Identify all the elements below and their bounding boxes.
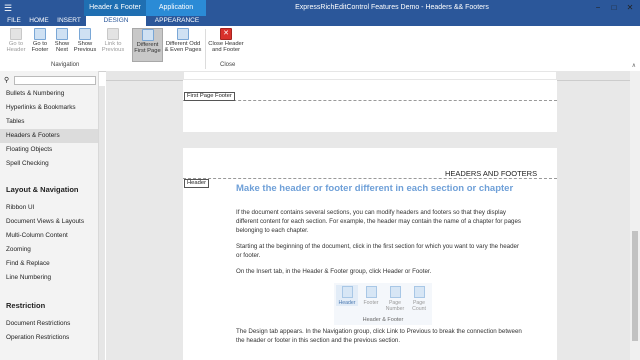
tab-design[interactable]: DESIGN bbox=[86, 16, 146, 26]
page-count-icon bbox=[413, 286, 425, 298]
go-to-footer-label: Go to Footer bbox=[31, 41, 49, 54]
sidebar-item-document-restrictions[interactable]: Document Restrictions bbox=[0, 317, 98, 331]
tab-home[interactable]: HOME bbox=[27, 16, 51, 26]
header-boundary bbox=[183, 178, 557, 179]
sidebar: ⚲ Bullets & Numbering Hyperlinks & Bookm… bbox=[0, 71, 99, 360]
header-icon bbox=[341, 286, 353, 298]
group-separator bbox=[205, 29, 206, 69]
header-tag: Header bbox=[184, 179, 210, 188]
mini-page-number-button: Page Number bbox=[384, 285, 406, 312]
mini-footer-button: Footer bbox=[360, 285, 382, 306]
window-controls: − □ ✕ bbox=[590, 0, 638, 16]
footer-boundary bbox=[183, 100, 557, 101]
sidebar-item-headers-footers[interactable]: Headers & Footers bbox=[0, 129, 98, 143]
sidebar-search: ⚲ bbox=[4, 76, 96, 85]
show-previous-icon bbox=[79, 28, 91, 40]
footer-icon bbox=[365, 286, 377, 298]
sidebar-section-layout-navigation[interactable]: Layout & Navigation bbox=[6, 185, 79, 194]
sidebar-item-zooming[interactable]: Zooming bbox=[0, 243, 98, 257]
tab-file[interactable]: FILE bbox=[3, 16, 25, 26]
show-next-label: Show Next bbox=[54, 41, 70, 54]
sidebar-item-floating-objects[interactable]: Floating Objects bbox=[0, 143, 98, 157]
paragraph-line: different content for each section. For … bbox=[236, 218, 522, 225]
paragraph-line: The Design tab appears. In the Navigatio… bbox=[236, 328, 522, 335]
show-previous-label: Show Previous bbox=[73, 41, 97, 54]
paragraph-line: the header or footer in this section and… bbox=[236, 337, 401, 344]
app-menu-icon[interactable]: ☰ bbox=[4, 3, 14, 13]
mini-label: Page Count bbox=[412, 300, 426, 312]
ribbon-screenshot-mini: Header Footer Page Number Page Count Hea… bbox=[334, 283, 432, 325]
ruler-content-area bbox=[184, 72, 556, 79]
sidebar-item-tables[interactable]: Tables bbox=[0, 115, 98, 129]
link-to-previous-label: Link to Previous bbox=[101, 41, 125, 54]
window-title: ExpressRichEditControl Features Demo - H… bbox=[295, 4, 489, 11]
group-label-close: Close bbox=[220, 62, 236, 68]
different-first-page-icon bbox=[141, 29, 154, 41]
paragraph-line: If the document contains several section… bbox=[236, 209, 506, 216]
go-to-header-button[interactable]: Go to Header bbox=[4, 28, 28, 54]
maximize-button[interactable]: □ bbox=[606, 0, 622, 16]
page-1[interactable] bbox=[183, 80, 557, 132]
close-red-icon: ✕ bbox=[220, 28, 232, 40]
show-next-icon bbox=[56, 28, 68, 40]
different-first-page-toggle[interactable]: Different First Page bbox=[132, 28, 163, 62]
paragraph-1[interactable]: If the document contains several section… bbox=[236, 208, 521, 235]
tab-insert[interactable]: INSERT bbox=[55, 16, 83, 26]
paragraph-line: Starting at the beginning of the documen… bbox=[236, 243, 520, 250]
mini-label: Footer bbox=[363, 300, 379, 306]
sidebar-item-multi-column[interactable]: Multi-Column Content bbox=[0, 229, 98, 243]
show-previous-button[interactable]: Show Previous bbox=[73, 28, 97, 54]
different-odd-even-label: Different Odd & Even Pages bbox=[164, 41, 202, 54]
app-options-tab[interactable]: Application Options bbox=[146, 0, 206, 27]
mini-label: Page Number bbox=[385, 300, 405, 312]
paragraph-line: or footer. bbox=[236, 252, 261, 259]
header-text[interactable]: HEADERS AND FOOTERS bbox=[445, 169, 537, 178]
sidebar-item-line-numbering[interactable]: Line Numbering bbox=[0, 271, 98, 285]
close-header-footer-label: Close Header and Footer bbox=[208, 41, 244, 54]
sidebar-item-find-replace[interactable]: Find & Replace bbox=[0, 257, 98, 271]
sidebar-item-document-views[interactable]: Document Views & Layouts bbox=[0, 215, 98, 229]
go-to-header-icon bbox=[10, 28, 22, 40]
link-chain-icon bbox=[107, 28, 119, 40]
sidebar-section-restriction[interactable]: Restriction bbox=[6, 301, 45, 310]
collapse-ribbon-icon[interactable]: ∧ bbox=[632, 62, 636, 69]
scrollbar-thumb[interactable] bbox=[632, 231, 638, 341]
paragraph-line: belonging to each chapter. bbox=[236, 227, 309, 234]
mini-group-label: Header & Footer bbox=[362, 317, 404, 323]
go-to-footer-icon bbox=[34, 28, 46, 40]
context-tab-header-footer-tools: Header & Footer Tools bbox=[84, 0, 146, 27]
close-header-footer-button[interactable]: ✕ Close Header and Footer bbox=[208, 28, 244, 54]
mini-label: Header bbox=[338, 300, 356, 306]
close-window-button[interactable]: ✕ bbox=[622, 0, 638, 16]
different-odd-even-toggle[interactable]: Different Odd & Even Pages bbox=[164, 28, 202, 54]
vertical-ruler[interactable] bbox=[99, 86, 105, 360]
ribbon: Go to Header Go to Footer Show Next Show… bbox=[0, 26, 640, 72]
different-first-page-label: Different First Page bbox=[134, 42, 161, 55]
page-number-icon bbox=[389, 286, 401, 298]
different-odd-even-icon bbox=[177, 28, 189, 40]
go-to-header-label: Go to Header bbox=[6, 41, 26, 54]
mini-header-button: Header bbox=[336, 285, 358, 306]
search-icon: ⚲ bbox=[4, 77, 10, 84]
sidebar-item-hyperlinks-bookmarks[interactable]: Hyperlinks & Bookmarks bbox=[0, 101, 98, 115]
sidebar-item-ribbon-ui[interactable]: Ribbon UI bbox=[0, 201, 98, 215]
sidebar-item-bullets-numbering[interactable]: Bullets & Numbering bbox=[0, 87, 98, 101]
paragraph-4[interactable]: The Design tab appears. In the Navigatio… bbox=[236, 327, 522, 345]
search-input[interactable] bbox=[14, 76, 96, 85]
mini-page-count-button: Page Count bbox=[408, 285, 430, 312]
go-to-footer-button[interactable]: Go to Footer bbox=[28, 28, 52, 54]
sidebar-item-spell-checking[interactable]: Spell Checking bbox=[0, 157, 98, 171]
minimize-button[interactable]: − bbox=[590, 0, 606, 16]
paragraph-3[interactable]: On the Insert tab, in the Header & Foote… bbox=[236, 267, 431, 276]
document-heading[interactable]: Make the header or footer different in e… bbox=[236, 183, 513, 194]
group-label-navigation: Navigation bbox=[51, 62, 80, 68]
tab-appearance[interactable]: APPEARANCE bbox=[148, 16, 206, 26]
vertical-scrollbar[interactable] bbox=[630, 71, 640, 360]
first-page-footer-tag: First Page Footer bbox=[184, 92, 235, 101]
link-to-previous-button[interactable]: Link to Previous bbox=[101, 28, 125, 54]
show-next-button[interactable]: Show Next bbox=[52, 28, 72, 54]
paragraph-2[interactable]: Starting at the beginning of the documen… bbox=[236, 242, 519, 260]
sidebar-item-operation-restrictions[interactable]: Operation Restrictions bbox=[0, 331, 98, 345]
